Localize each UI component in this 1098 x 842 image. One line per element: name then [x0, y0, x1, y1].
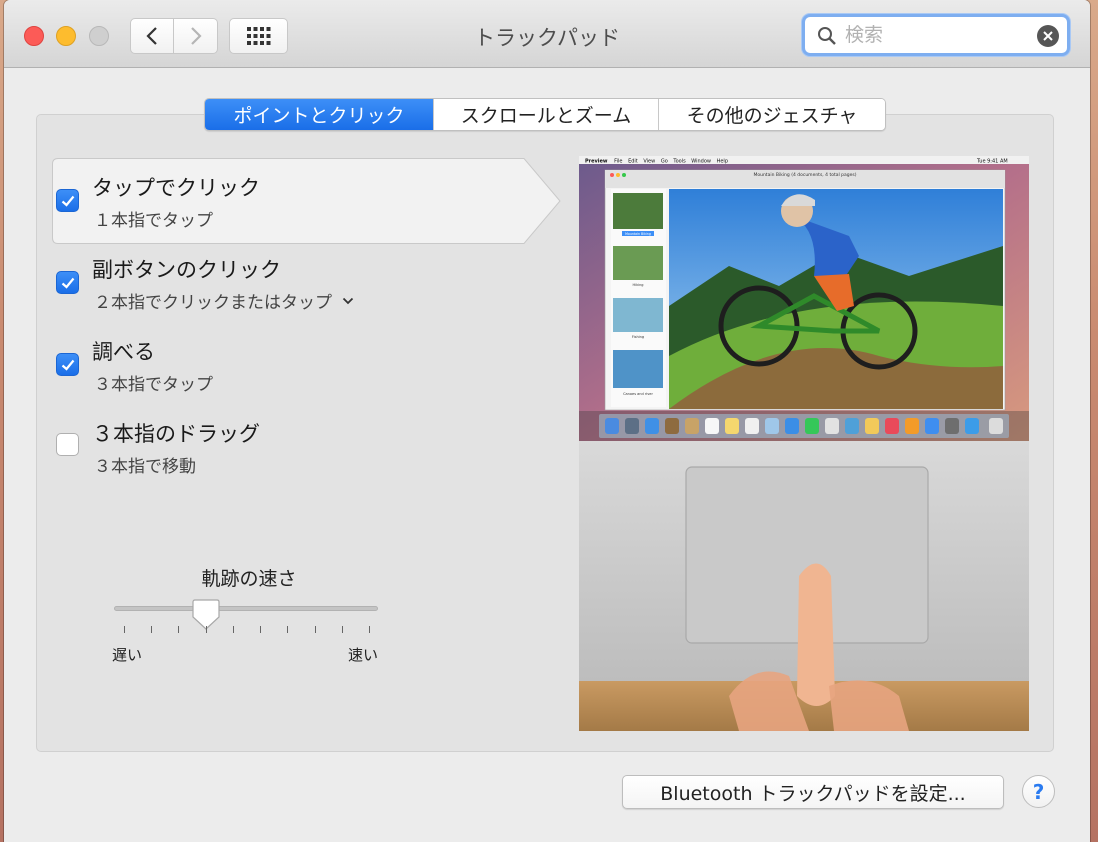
option-subtitle: １本指でタップ [94, 211, 213, 231]
slider-tick [124, 626, 125, 633]
preview-clock: Tue 9:41 AM [976, 159, 1008, 165]
slider-tick [206, 626, 207, 633]
option-three-finger-drag[interactable]: ３本指のドラッグ ３本指で移動 [56, 418, 536, 488]
option-secondary-click[interactable]: 副ボタンのクリック ２本指でクリックまたはタップ [56, 254, 536, 324]
tab-bar: ポイントとクリック スクロールとズーム その他のジェスチャ [204, 98, 886, 131]
tracking-speed-slider[interactable] [114, 606, 378, 611]
option-title: タップでクリック [92, 176, 260, 200]
slider-tick [233, 626, 234, 633]
checkmark-icon [61, 359, 74, 371]
look-up-checkbox[interactable] [56, 353, 79, 376]
svg-text:Fishing: Fishing [632, 335, 644, 339]
checkmark-icon [61, 277, 74, 289]
preview-doc-title: Mountain Biking (4 documents, 4 total pa… [753, 172, 856, 178]
option-subtitle: ３本指でタップ [94, 375, 213, 395]
svg-text:Mountain Biking: Mountain Biking [625, 232, 651, 236]
svg-text:Hiking: Hiking [632, 283, 643, 287]
close-icon [1043, 31, 1053, 41]
slider-tick [342, 626, 343, 633]
tap-to-click-checkbox[interactable] [56, 189, 79, 212]
slider-tick [178, 626, 179, 633]
search-input[interactable] [845, 21, 1035, 49]
tab-scroll-and-zoom[interactable]: スクロールとズーム [434, 99, 659, 130]
slider-tick [151, 626, 152, 633]
search-field[interactable] [802, 14, 1070, 56]
clear-search-button[interactable] [1037, 25, 1059, 47]
secondary-click-popup[interactable]: ２本指でクリックまたはタップ [94, 288, 354, 313]
preferences-window: トラックパッド ポイントとクリック スクロールとズーム その他のジェスチャ タッ… [4, 0, 1090, 842]
checkmark-icon [61, 195, 74, 207]
slow-label: 遅い [112, 646, 143, 664]
slider-tick [369, 626, 370, 633]
setup-bluetooth-trackpad-button[interactable]: Bluetooth トラックパッドを設定... [622, 775, 1004, 809]
option-tap-to-click[interactable]: タップでクリック １本指でタップ [56, 172, 536, 242]
option-subtitle: ３本指で移動 [94, 457, 196, 477]
gesture-preview-video: Preview File Edit View Go Tools Window H… [579, 156, 1029, 731]
tracking-speed-label: 軌跡の速さ [201, 568, 297, 590]
svg-text:Canoes and river: Canoes and river [623, 392, 653, 396]
fast-label: 速い [348, 646, 379, 664]
tab-more-gestures[interactable]: その他のジェスチャ [659, 99, 885, 130]
chevron-down-icon [342, 297, 354, 305]
three-finger-drag-checkbox[interactable] [56, 433, 79, 456]
secondary-click-checkbox[interactable] [56, 271, 79, 294]
slider-ticks [124, 626, 370, 634]
option-look-up[interactable]: 調べる ３本指でタップ [56, 336, 536, 406]
preview-menubar: Preview File Edit View Go Tools Window H… [585, 159, 728, 165]
preview-illustration: Preview File Edit View Go Tools Window H… [579, 156, 1029, 731]
slider-tick [315, 626, 316, 633]
option-title: ３本指のドラッグ [92, 422, 260, 446]
tab-point-and-click[interactable]: ポイントとクリック [205, 99, 434, 130]
title-bar: トラックパッド [4, 0, 1090, 68]
search-icon [818, 27, 836, 45]
help-button[interactable]: ? [1022, 775, 1055, 808]
option-title: 調べる [92, 340, 155, 364]
option-title: 副ボタンのクリック [92, 258, 281, 282]
slider-tick [260, 626, 261, 633]
slider-tick [287, 626, 288, 633]
